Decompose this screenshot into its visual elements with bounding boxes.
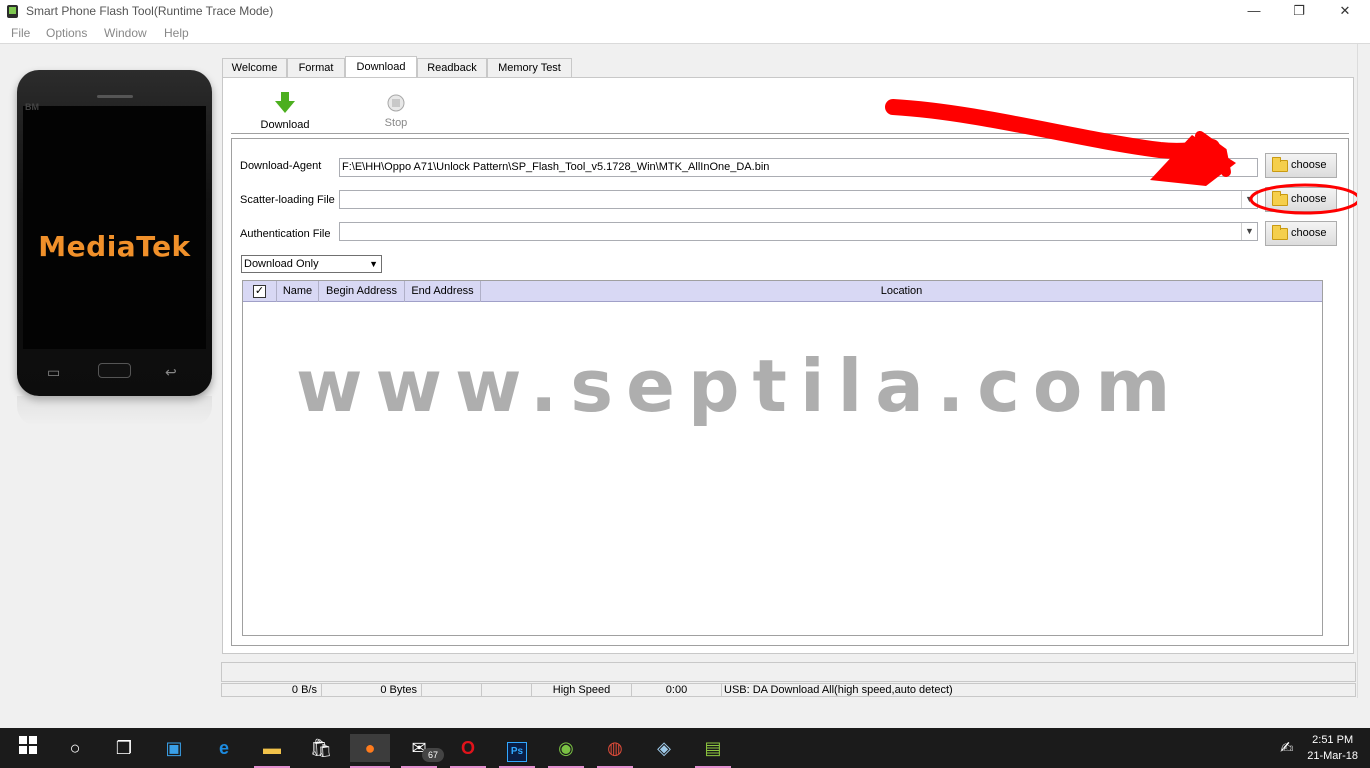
store-icon[interactable]: 🛍 xyxy=(301,734,341,762)
status-time: 0:00 xyxy=(632,684,722,696)
edge-browser-icon[interactable]: e xyxy=(204,734,244,762)
system-clock[interactable]: 2:51 PM 21-Mar-18 xyxy=(1307,732,1358,764)
mail-badge: 67 xyxy=(422,748,444,762)
status-bar: 0 B/s 0 Bytes High Speed 0:00 USB: DA Do… xyxy=(221,683,1356,697)
windows-start-icon[interactable] xyxy=(8,734,48,762)
status-mode: High Speed xyxy=(532,684,632,696)
status-bytes: 0 Bytes xyxy=(322,684,422,696)
flashtool-shortcut-icon[interactable]: ◈ xyxy=(644,734,684,762)
annotation-circle xyxy=(1249,183,1361,215)
status-usb: USB: DA Download All(high speed,auto det… xyxy=(724,684,953,696)
status-blank-1 xyxy=(422,684,482,696)
utorrent-icon[interactable]: ◉ xyxy=(546,734,586,762)
clock-time: 2:51 PM xyxy=(1312,734,1354,746)
clock-date: 21-Mar-18 xyxy=(1307,750,1358,762)
photoshop-icon[interactable]: Ps xyxy=(497,734,537,762)
opera-icon[interactable]: O xyxy=(448,734,488,762)
firefox-icon[interactable]: ● xyxy=(350,734,390,762)
file-explorer-icon[interactable]: ▬ xyxy=(252,734,292,762)
pen-workspace-icon[interactable]: ✍ xyxy=(1280,738,1293,758)
status-speed: 0 B/s xyxy=(222,684,322,696)
task-view-icon[interactable]: ❐ xyxy=(104,734,144,762)
status-blank-2 xyxy=(482,684,532,696)
sp-flash-tool-icon[interactable]: ▤ xyxy=(693,734,733,762)
progress-bar xyxy=(221,662,1356,682)
chrome-icon[interactable]: ◍ xyxy=(595,734,635,762)
annotation-arrow-shaft xyxy=(885,99,1220,159)
taskbar: ○ ❐ ▣ e ▬ 🛍 ● ✉ 67 O Ps ◉ ◍ ◈ ▤ ✍ 2:51 P… xyxy=(0,728,1370,768)
control-panel-icon[interactable]: ▣ xyxy=(154,734,194,762)
red-annotation-overlay xyxy=(885,99,1361,215)
vertical-scrollbar[interactable] xyxy=(1357,44,1370,698)
search-icon[interactable]: ○ xyxy=(55,734,95,762)
